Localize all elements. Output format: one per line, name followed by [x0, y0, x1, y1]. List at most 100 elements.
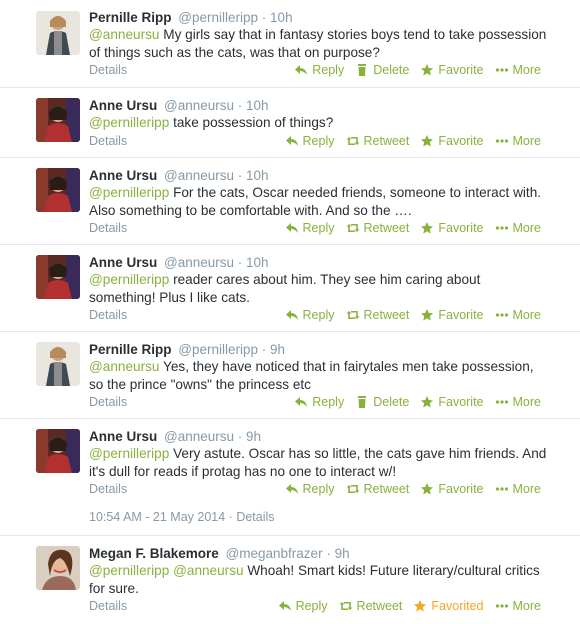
more-button[interactable]: More: [495, 219, 541, 237]
tweet-time[interactable]: 9h: [246, 429, 261, 444]
tweet-header: Anne Ursu @anneursu · 10h: [89, 98, 269, 113]
retweet-button[interactable]: Retweet: [346, 480, 409, 498]
tweet-actions: Reply Retweet Favorite More: [285, 219, 541, 237]
more-dots-icon: [495, 68, 508, 72]
tweet-full-timestamp[interactable]: 10:54 AM - 21 May 2014: [89, 510, 225, 524]
retweet-icon: [346, 224, 359, 232]
mention-link[interactable]: @anneursu: [89, 27, 160, 42]
star-icon: [421, 64, 434, 76]
mention-link[interactable]: @pernilleripp: [89, 185, 169, 200]
details-link[interactable]: Details: [89, 393, 127, 411]
retweet-icon: [339, 602, 353, 610]
mention-link[interactable]: @pernilleripp: [89, 272, 169, 287]
tweet-time[interactable]: 10h: [246, 168, 269, 183]
author-name[interactable]: Pernille Ripp: [89, 10, 172, 25]
avatar[interactable]: [36, 98, 80, 142]
details-link[interactable]: Details: [89, 306, 127, 324]
more-button[interactable]: More: [495, 597, 541, 615]
avatar[interactable]: [36, 429, 80, 473]
tweet-header: Pernille Ripp @pernilleripp · 10h: [89, 10, 293, 25]
retweet-icon: [346, 311, 359, 319]
tweet-footer: Details Reply Delete Favorite More: [89, 393, 549, 411]
tweet-time[interactable]: 10h: [246, 255, 269, 270]
avatar[interactable]: [36, 342, 80, 386]
star-icon: [414, 600, 427, 612]
tweet: Megan F. Blakemore @meganbfrazer · 9h @p…: [0, 536, 580, 624]
author-handle[interactable]: @pernilleripp: [178, 10, 258, 25]
reply-button[interactable]: Reply: [278, 597, 328, 615]
favorited-button[interactable]: Favorited: [413, 597, 484, 615]
delete-button[interactable]: Delete: [355, 61, 409, 79]
tweet-actions: Reply Delete Favorite More: [294, 393, 541, 411]
mention-link[interactable]: @pernilleripp: [89, 563, 169, 578]
favorite-button[interactable]: Favorite: [420, 480, 484, 498]
author-name[interactable]: Pernille Ripp: [89, 342, 172, 357]
reply-button[interactable]: Reply: [294, 61, 344, 79]
favorite-button[interactable]: Favorite: [420, 132, 484, 150]
avatar[interactable]: [36, 546, 80, 590]
avatar[interactable]: [36, 11, 80, 55]
more-dots-icon: [495, 226, 508, 230]
author-name[interactable]: Anne Ursu: [89, 98, 157, 113]
tweet-time[interactable]: 10h: [270, 10, 293, 25]
author-handle[interactable]: @pernilleripp: [178, 342, 258, 357]
tweet-footer: Details Reply Delete Favorite More: [89, 61, 549, 79]
more-button[interactable]: More: [495, 306, 541, 324]
author-handle[interactable]: @meganbfrazer: [226, 546, 323, 561]
author-handle[interactable]: @anneursu: [164, 429, 234, 444]
tweet-footer: Details Reply Retweet Favorite More: [89, 132, 549, 150]
more-dots-icon: [495, 487, 508, 491]
reply-button[interactable]: Reply: [285, 306, 335, 324]
tweet-footer: Details Reply Retweet Favorite More: [89, 219, 549, 237]
star-icon: [421, 396, 434, 408]
avatar[interactable]: [36, 168, 80, 212]
mention-link[interactable]: @anneursu: [173, 563, 244, 578]
retweet-button[interactable]: Retweet: [346, 306, 409, 324]
favorite-button[interactable]: Favorite: [420, 393, 484, 411]
favorite-button[interactable]: Favorite: [420, 219, 484, 237]
tweet: Anne Ursu @anneursu · 10h @pernilleripp …: [0, 158, 580, 245]
details-link[interactable]: Details: [89, 61, 127, 79]
delete-button[interactable]: Delete: [355, 393, 409, 411]
details-link[interactable]: Details: [89, 132, 127, 150]
more-button[interactable]: More: [495, 132, 541, 150]
author-name[interactable]: Anne Ursu: [89, 168, 157, 183]
more-button[interactable]: More: [495, 393, 541, 411]
favorite-button[interactable]: Favorite: [420, 61, 484, 79]
tweet: Anne Ursu @anneursu · 10h @pernilleripp …: [0, 88, 580, 158]
reply-button[interactable]: Reply: [285, 132, 335, 150]
retweet-button[interactable]: Retweet: [346, 132, 409, 150]
author-name[interactable]: Anne Ursu: [89, 429, 157, 444]
mention-link[interactable]: @pernilleripp: [89, 115, 169, 130]
author-name[interactable]: Megan F. Blakemore: [89, 546, 219, 561]
details-link[interactable]: Details: [89, 597, 127, 615]
avatar[interactable]: [36, 255, 80, 299]
mention-link[interactable]: @pernilleripp: [89, 446, 169, 461]
tweet: Anne Ursu @anneursu · 9h @pernilleripp V…: [0, 419, 580, 536]
favorite-button[interactable]: Favorite: [420, 306, 484, 324]
tweet-actions: Reply Retweet Favorited More: [278, 597, 541, 615]
author-handle[interactable]: @anneursu: [164, 255, 234, 270]
tweet-actions: Reply Retweet Favorite More: [285, 132, 541, 150]
author-name[interactable]: Anne Ursu: [89, 255, 157, 270]
author-handle[interactable]: @anneursu: [164, 98, 234, 113]
tweet-time[interactable]: 10h: [246, 98, 269, 113]
tweet-time[interactable]: 9h: [270, 342, 285, 357]
tweet-time[interactable]: 9h: [335, 546, 350, 561]
retweet-button[interactable]: Retweet: [346, 219, 409, 237]
author-handle[interactable]: @anneursu: [164, 168, 234, 183]
more-button[interactable]: More: [495, 480, 541, 498]
reply-button[interactable]: Reply: [285, 480, 335, 498]
mention-link[interactable]: @anneursu: [89, 359, 160, 374]
reply-button[interactable]: Reply: [285, 219, 335, 237]
details-link[interactable]: Details: [89, 219, 127, 237]
more-button[interactable]: More: [495, 61, 541, 79]
star-icon: [421, 222, 434, 234]
details-link[interactable]: Details: [236, 510, 274, 524]
reply-icon: [285, 136, 298, 146]
reply-button[interactable]: Reply: [294, 393, 344, 411]
star-icon: [421, 483, 434, 495]
retweet-button[interactable]: Retweet: [339, 597, 402, 615]
tweet: Pernille Ripp @pernilleripp · 10h @anneu…: [0, 0, 580, 88]
details-link[interactable]: Details: [89, 480, 127, 498]
